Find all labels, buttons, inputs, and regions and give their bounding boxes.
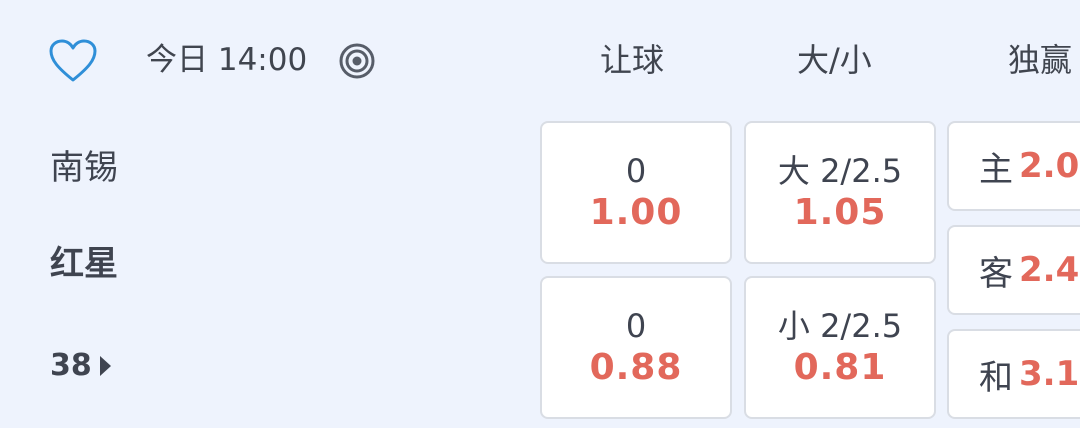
over-odds-button[interactable]: 大 2/2.5 1.05	[744, 121, 936, 264]
column-header-win: 独赢	[1008, 41, 1073, 79]
home-team-name: 南锡	[50, 148, 118, 188]
under-odds-button[interactable]: 小 2/2.5 0.81	[744, 276, 936, 419]
win-draw-label: 和	[979, 357, 1013, 398]
win-home-label: 主	[979, 149, 1013, 190]
win-home-odds-button[interactable]: 主 2.0	[947, 121, 1080, 211]
handicap-away-odds: 0.88	[589, 346, 683, 388]
win-draw-odds: 3.1	[1019, 354, 1080, 394]
column-header-handicap: 让球	[600, 41, 665, 79]
match-time: 今日 14:00	[146, 42, 308, 78]
win-home-odds: 2.0	[1019, 146, 1080, 186]
away-team-name: 红星	[50, 244, 118, 284]
handicap-home-line: 0	[625, 151, 647, 190]
column-header-over-under: 大/小	[797, 41, 872, 79]
under-line: 小 2/2.5	[777, 306, 903, 345]
win-away-label: 客	[979, 253, 1013, 294]
handicap-home-odds-button[interactable]: 0 1.00	[540, 121, 732, 264]
more-markets-count: 38	[50, 348, 92, 383]
target-icon[interactable]	[338, 42, 376, 80]
win-draw-odds-button[interactable]: 和 3.1	[947, 329, 1080, 419]
over-odds: 1.05	[793, 191, 887, 233]
handicap-home-odds: 1.00	[589, 191, 683, 233]
triangle-right-icon	[99, 356, 111, 376]
under-odds: 0.81	[793, 346, 887, 388]
over-line: 大 2/2.5	[777, 151, 903, 190]
win-away-odds: 2.4	[1019, 250, 1080, 290]
more-markets-button[interactable]: 38	[50, 346, 111, 386]
favorite-heart-icon[interactable]	[48, 38, 98, 84]
handicap-away-line: 0	[625, 306, 647, 345]
win-away-odds-button[interactable]: 客 2.4	[947, 225, 1080, 315]
handicap-away-odds-button[interactable]: 0 0.88	[540, 276, 732, 419]
